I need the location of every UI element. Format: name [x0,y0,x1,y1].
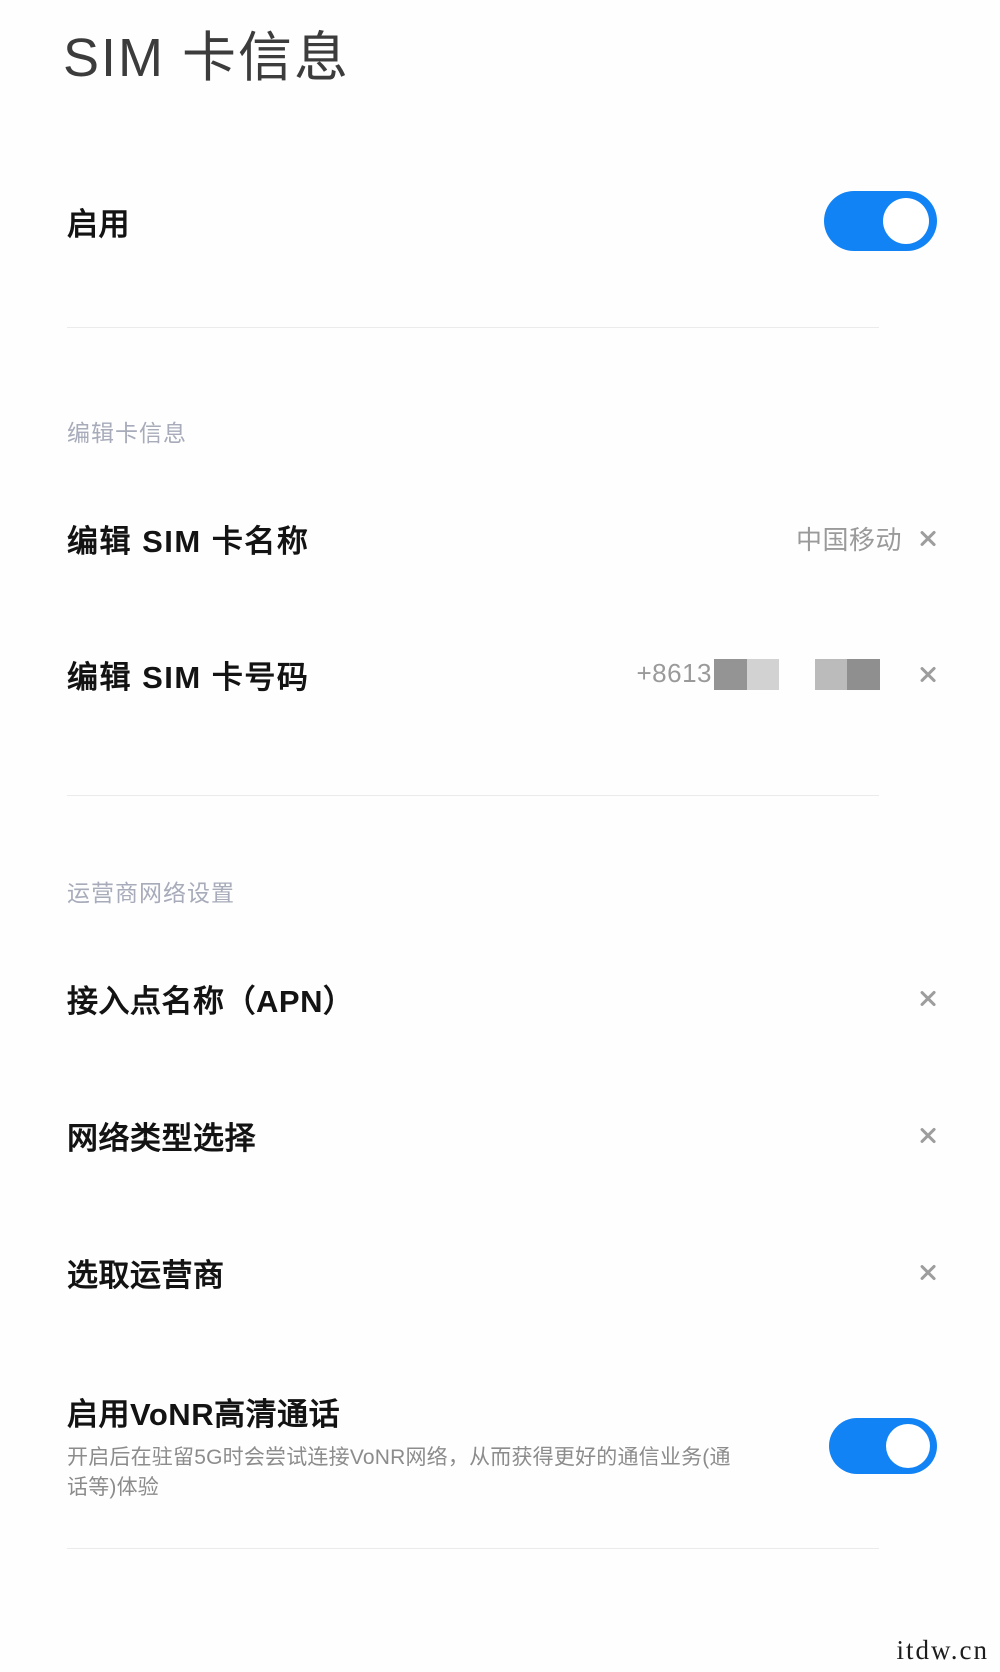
enable-sim-row[interactable]: 启用 [0,176,1000,266]
network-type-label: 网络类型选择 [67,1120,256,1156]
toggle-knob [883,198,929,244]
sim-number-prefix: +8613 [636,657,712,688]
divider-bottom [67,1548,879,1549]
apn-label: 接入点名称（APN） [67,983,355,1019]
section-label-carrier-network-settings: 运营商网络设置 [67,880,235,906]
chevron-right-icon [920,1119,937,1151]
select-carrier-label: 选取运营商 [67,1257,225,1293]
enable-sim-toggle[interactable] [824,191,937,251]
chevron-right-icon [920,1256,937,1288]
section-label-edit-card-info: 编辑卡信息 [67,420,187,446]
chevron-right-icon [920,982,937,1014]
enable-sim-label: 启用 [67,206,130,242]
vonr-label: 启用VoNR高清通话 [67,1397,341,1433]
chevron-right-icon [920,658,937,690]
select-carrier-row[interactable]: 选取运营商 [0,1237,1000,1307]
sim-number-redaction [714,659,880,691]
edit-sim-name-row[interactable]: 编辑 SIM 卡名称 中国移动 [0,503,1000,573]
vonr-toggle[interactable] [829,1418,937,1475]
vonr-row[interactable]: 启用VoNR高清通话 开启后在驻留5G时会尝试连接VoNR网络，从而获得更好的通… [0,1378,1000,1508]
watermark: itdw.cn [896,1635,989,1665]
network-type-row[interactable]: 网络类型选择 [0,1100,1000,1170]
edit-sim-number-label: 编辑 SIM 卡号码 [67,659,310,695]
page-title: SIM 卡信息 [63,28,351,88]
sim-card-info-screen: SIM 卡信息 启用 编辑卡信息 编辑 SIM 卡名称 中国移动 编辑 SIM … [0,0,1000,1672]
toggle-knob [886,1424,930,1469]
divider-after-enable [67,327,879,328]
chevron-right-icon [920,522,937,554]
edit-sim-name-value: 中国移动 [795,524,902,555]
edit-sim-number-row[interactable]: 编辑 SIM 卡号码 +8613 [0,639,1000,709]
apn-row[interactable]: 接入点名称（APN） [0,963,1000,1033]
edit-sim-number-value: +8613 [636,658,880,691]
divider-after-edit-card-info [67,795,879,796]
edit-sim-name-label: 编辑 SIM 卡名称 [67,523,310,559]
vonr-description: 开启后在驻留5G时会尝试连接VoNR网络，从而获得更好的通信业务(通话等)体验 [67,1446,731,1499]
